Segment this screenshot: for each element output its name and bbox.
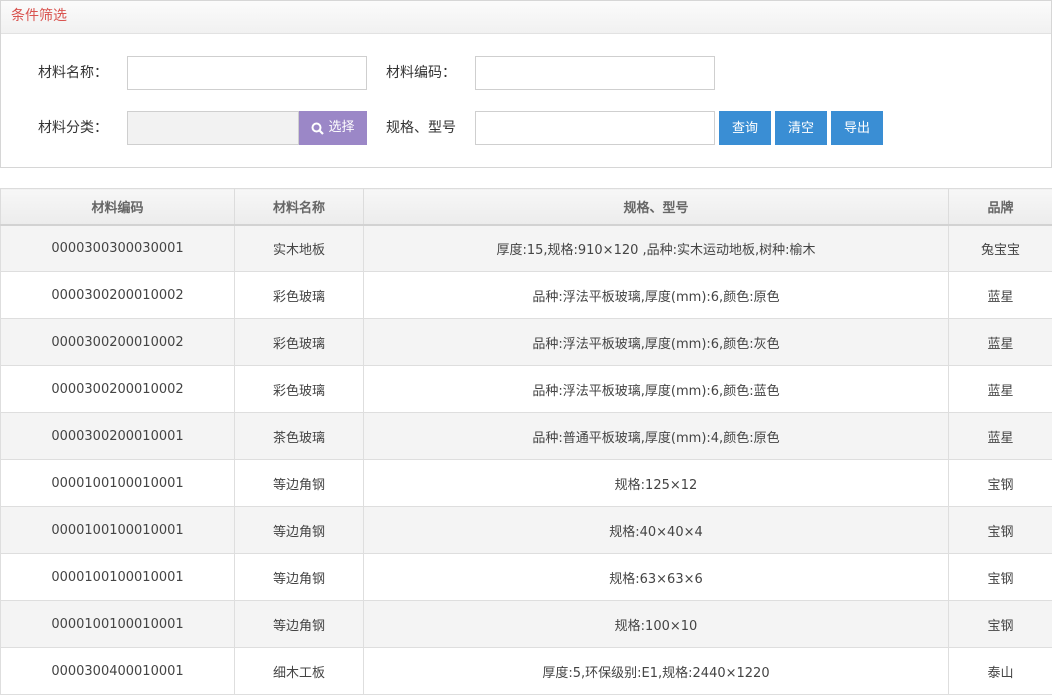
table-row[interactable]: 0000100100010001 等边角钢 规格:100×10 宝钢 <box>0 600 1052 648</box>
cell-brand: 蓝星 <box>948 318 1052 366</box>
filter-header: 条件筛选 <box>1 1 1051 34</box>
cell-brand: 蓝星 <box>948 412 1052 460</box>
cell-brand: 兔宝宝 <box>948 224 1052 272</box>
cell-spec: 规格:125×12 <box>363 459 949 507</box>
cell-spec: 厚度:15,规格:910×120 ,品种:实木运动地板,树种:榆木 <box>363 224 949 272</box>
material-code-input[interactable] <box>475 56 715 90</box>
column-header-brand[interactable]: 品牌 <box>948 188 1052 226</box>
cell-code: 0000100100010001 <box>0 506 235 554</box>
cell-code: 0000300200010002 <box>0 318 235 366</box>
table-row[interactable]: 0000300200010002 彩色玻璃 品种:浮法平板玻璃,厚度(mm):6… <box>0 318 1052 366</box>
cell-brand: 蓝星 <box>948 271 1052 319</box>
material-name-label: 材料名称： <box>38 65 108 81</box>
cell-spec: 品种:浮法平板玻璃,厚度(mm):6,颜色:蓝色 <box>363 365 949 413</box>
select-button-label: 选择 <box>328 120 355 135</box>
column-header-code[interactable]: 材料编码 <box>0 188 235 226</box>
table-row[interactable]: 0000300400010001 细木工板 厚度:5,环保级别:E1,规格:24… <box>0 647 1052 695</box>
material-code-label: 材料编码： <box>386 65 456 81</box>
cell-name: 彩色玻璃 <box>234 318 364 366</box>
cell-brand: 泰山 <box>948 647 1052 695</box>
material-category-label: 材料分类： <box>38 120 108 136</box>
column-header-spec[interactable]: 规格、型号 <box>363 188 949 226</box>
clear-button[interactable]: 清空 <box>775 111 827 145</box>
cell-name: 彩色玻璃 <box>234 271 364 319</box>
cell-code: 0000300200010001 <box>0 412 235 460</box>
cell-spec: 品种:普通平板玻璃,厚度(mm):4,颜色:原色 <box>363 412 949 460</box>
cell-name: 茶色玻璃 <box>234 412 364 460</box>
cell-spec: 品种:浮法平板玻璃,厚度(mm):6,颜色:原色 <box>363 271 949 319</box>
cell-code: 0000100100010001 <box>0 459 235 507</box>
search-icon <box>311 122 325 135</box>
table-row[interactable]: 0000300200010002 彩色玻璃 品种:浮法平板玻璃,厚度(mm):6… <box>0 271 1052 319</box>
spec-label: 规格、型号 <box>386 120 456 136</box>
table-row[interactable]: 0000300200010002 彩色玻璃 品种:浮法平板玻璃,厚度(mm):6… <box>0 365 1052 413</box>
table-row[interactable]: 0000100100010001 等边角钢 规格:40×40×4 宝钢 <box>0 506 1052 554</box>
cell-brand: 蓝星 <box>948 365 1052 413</box>
cell-spec: 厚度:5,环保级别:E1,规格:2440×1220 <box>363 647 949 695</box>
cell-brand: 宝钢 <box>948 459 1052 507</box>
select-category-button[interactable]: 选择 <box>299 111 367 145</box>
material-name-input[interactable] <box>127 56 367 90</box>
cell-code: 0000300300030001 <box>0 224 235 272</box>
cell-spec: 品种:浮法平板玻璃,厚度(mm):6,颜色:灰色 <box>363 318 949 366</box>
cell-spec: 规格:63×63×6 <box>363 553 949 601</box>
cell-name: 等边角钢 <box>234 600 364 648</box>
table-row[interactable]: 0000100100010001 等边角钢 规格:125×12 宝钢 <box>0 459 1052 507</box>
cell-name: 实木地板 <box>234 224 364 272</box>
table-row[interactable]: 0000300200010001 茶色玻璃 品种:普通平板玻璃,厚度(mm):4… <box>0 412 1052 460</box>
cell-spec: 规格:40×40×4 <box>363 506 949 554</box>
material-category-input[interactable] <box>127 111 299 145</box>
cell-brand: 宝钢 <box>948 553 1052 601</box>
column-header-name[interactable]: 材料名称 <box>234 188 364 226</box>
table-header-row: 材料编码 材料名称 规格、型号 品牌 <box>0 188 1052 226</box>
cell-name: 等边角钢 <box>234 459 364 507</box>
cell-code: 0000100100010001 <box>0 600 235 648</box>
table-row[interactable]: 0000300300030001 实木地板 厚度:15,规格:910×120 ,… <box>0 224 1052 272</box>
spec-input[interactable] <box>475 111 715 145</box>
cell-code: 0000300400010001 <box>0 647 235 695</box>
cell-brand: 宝钢 <box>948 600 1052 648</box>
materials-table: 材料编码 材料名称 规格、型号 品牌 0000300300030001 实木地板… <box>0 188 1052 695</box>
cell-code: 0000300200010002 <box>0 271 235 319</box>
filter-title: 条件筛选 <box>11 8 67 24</box>
cell-spec: 规格:100×10 <box>363 600 949 648</box>
cell-brand: 宝钢 <box>948 506 1052 554</box>
cell-code: 0000300200010002 <box>0 365 235 413</box>
query-button[interactable]: 查询 <box>719 111 771 145</box>
cell-name: 等边角钢 <box>234 506 364 554</box>
cell-name: 彩色玻璃 <box>234 365 364 413</box>
cell-code: 0000100100010001 <box>0 553 235 601</box>
cell-name: 等边角钢 <box>234 553 364 601</box>
table-row[interactable]: 0000100100010001 等边角钢 规格:63×63×6 宝钢 <box>0 553 1052 601</box>
cell-name: 细木工板 <box>234 647 364 695</box>
export-button[interactable]: 导出 <box>831 111 883 145</box>
filter-panel: 条件筛选 材料名称： 材料编码： 材料分类： 选择 规格、型号 查询 清空 导出 <box>0 0 1052 168</box>
